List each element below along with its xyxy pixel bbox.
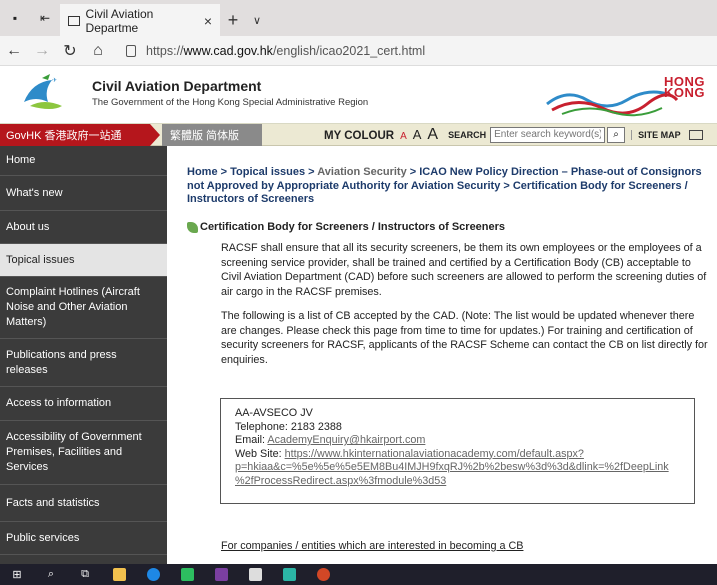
url-prefix: https:// <box>146 43 184 58</box>
site-map-link[interactable]: SITE MAP <box>631 129 681 140</box>
home-icon[interactable]: ⌂ <box>84 37 112 65</box>
url-field[interactable]: https://www.cad.gov.hk/english/icao2021_… <box>126 39 717 63</box>
lock-icon <box>126 44 136 57</box>
app-icon[interactable] <box>238 564 272 585</box>
cb-web-label: Web Site: <box>235 447 285 460</box>
os-taskbar: ⊞ ⌕ ⧉ <box>0 564 717 585</box>
svg-text:✈: ✈ <box>52 77 57 84</box>
font-size-large[interactable]: A <box>427 126 438 144</box>
cb-web-link-line2[interactable]: p=hkiaa&c=%5e%5e%5e5EM8Bu4IMJH9fxqRJ%2b%… <box>235 461 669 473</box>
edge-browser-icon[interactable] <box>136 564 170 585</box>
paragraph-requirement: RACSF shall ensure that all its security… <box>221 242 707 298</box>
sidebar-item-topical-issues[interactable]: Topical issues <box>0 244 167 277</box>
mail-app-icon[interactable] <box>272 564 306 585</box>
department-title[interactable]: Civil Aviation Department <box>92 78 261 94</box>
sidebar-item-whats-new[interactable]: What's new <box>0 176 167 211</box>
sidebar-item-access-to-information[interactable]: Access to information <box>0 387 167 421</box>
file-explorer-icon[interactable] <box>102 564 136 585</box>
cb-web-link-line3[interactable]: %2fProcessRedirect.aspx%3fmodule%3d53 <box>235 475 446 487</box>
evernote-icon[interactable] <box>170 564 204 585</box>
url-path: /english/icao2021_cert.html <box>272 43 426 58</box>
font-size-medium[interactable]: A <box>413 127 422 142</box>
window-menu-icon[interactable]: ▪ <box>0 0 30 36</box>
search-icon[interactable]: ⌕ <box>607 126 626 143</box>
breadcrumb-sep: > <box>217 166 231 178</box>
font-size-small[interactable]: A <box>400 131 407 142</box>
back-icon[interactable]: ← <box>0 37 28 65</box>
address-bar-row: ← → ↻ ⌂ https://www.cad.gov.hk/english/i… <box>0 36 717 66</box>
section-title-text: Certification Body for Screeners / Instr… <box>200 221 506 233</box>
main-content: Home > Topical issues > Aviation Securit… <box>187 146 712 564</box>
tab-title: Civil Aviation Departme <box>85 7 154 35</box>
page-icon <box>68 16 80 26</box>
brand-hong-kong-text: HONG KONG <box>664 75 705 100</box>
windows-start-icon[interactable]: ⊞ <box>0 564 34 585</box>
sidebar-nav: Home What's new About us Topical issues … <box>0 146 167 564</box>
powerpoint-icon[interactable] <box>306 564 340 585</box>
mail-icon[interactable] <box>688 129 703 140</box>
breadcrumb-sep: > <box>406 166 420 178</box>
cb-web-link-line3-row: %2fProcessRedirect.aspx%3fmodule%3d53 <box>235 475 680 489</box>
my-colour: MY COLOUR A A A <box>324 126 438 144</box>
browser-tab-bar: ▪ ⇤ Civil Aviation Departme × + ∨ <box>0 0 717 36</box>
search-input[interactable] <box>490 126 606 143</box>
search-label: SEARCH <box>448 129 487 140</box>
paragraph-cb-list-note: The following is a list of CB accepted b… <box>221 310 708 366</box>
sidebar-item-facts-statistics[interactable]: Facts and statistics <box>0 485 167 522</box>
new-tab-button[interactable]: + <box>220 4 246 36</box>
utility-strip: GovHK 香港政府一站通 繁體版 简体版 MY COLOUR A A A SE… <box>0 123 717 146</box>
sidebar-item-publications[interactable]: Publications and press releases <box>0 339 167 387</box>
breadcrumb: Home > Topical issues > Aviation Securit… <box>187 166 712 207</box>
cb-email-link[interactable]: AcademyEnquiry@hkairport.com <box>267 434 425 446</box>
breadcrumb-aviation-security[interactable]: Aviation Security <box>317 166 406 178</box>
tab-preview-icon[interactable]: ⇤ <box>30 0 60 36</box>
sidebar-item-accessibility[interactable]: Accessibility of Government Premises, Fa… <box>0 421 167 485</box>
sidebar-item-home[interactable]: Home <box>0 146 167 176</box>
breadcrumb-sep: > <box>305 166 318 178</box>
browser-tab[interactable]: Civil Aviation Departme × <box>60 4 220 36</box>
tab-list-button[interactable]: ∨ <box>246 4 268 36</box>
refresh-icon[interactable]: ↻ <box>56 37 84 65</box>
cb-web-link-line1[interactable]: https://www.hkinternationalaviationacade… <box>285 448 584 460</box>
become-cb-link[interactable]: For companies / entities which are inter… <box>221 540 523 552</box>
section-title: Certification Body for Screeners / Instr… <box>187 221 505 233</box>
cb-name: AA-AVSECO JV <box>235 407 313 419</box>
forward-icon[interactable]: → <box>28 37 56 65</box>
search-taskbar-icon[interactable]: ⌕ <box>34 564 68 585</box>
cb-web-row: Web Site: https://www.hkinternationalavi… <box>235 448 680 462</box>
my-colour-label[interactable]: MY COLOUR <box>324 130 394 142</box>
cb-entry-box: AA-AVSECO JV Telephone: 2183 2388 Email:… <box>220 398 695 504</box>
close-tab-icon[interactable]: × <box>204 13 212 29</box>
breadcrumb-sep: > <box>500 179 513 192</box>
sidebar-item-public-services[interactable]: Public services <box>0 522 167 555</box>
url-host: www.cad.gov.hk <box>183 43 273 58</box>
task-view-icon[interactable]: ⧉ <box>68 564 102 585</box>
cb-email-label: Email: <box>235 434 268 446</box>
sidebar-item-about-us[interactable]: About us <box>0 211 167 244</box>
site-header: ✈ Civil Aviation Department The Governme… <box>0 66 717 124</box>
cb-web-link-line2-row: p=hkiaa&c=%5e%5e%5e5EM8Bu4IMJH9fxqRJ%2b%… <box>235 461 680 475</box>
language-switch[interactable]: 繁體版 简体版 <box>162 123 262 146</box>
breadcrumb-home[interactable]: Home <box>187 166 218 178</box>
department-subtitle: The Government of the Hong Kong Special … <box>92 97 369 108</box>
govhk-link[interactable]: GovHK 香港政府一站通 <box>0 123 160 146</box>
brand-line2: KONG <box>664 85 705 100</box>
onenote-icon[interactable] <box>204 564 238 585</box>
cad-logo[interactable]: ✈ <box>22 72 72 116</box>
leaf-bullet-icon <box>187 221 198 233</box>
cb-email-row: Email: AcademyEnquiry@hkairport.com <box>235 434 680 448</box>
sidebar-item-complaint-hotlines[interactable]: Complaint Hotlines (Aircraft Noise and O… <box>0 277 167 339</box>
breadcrumb-topical[interactable]: Topical issues <box>230 166 305 178</box>
cb-phone: Telephone: 2183 2388 <box>235 420 342 433</box>
